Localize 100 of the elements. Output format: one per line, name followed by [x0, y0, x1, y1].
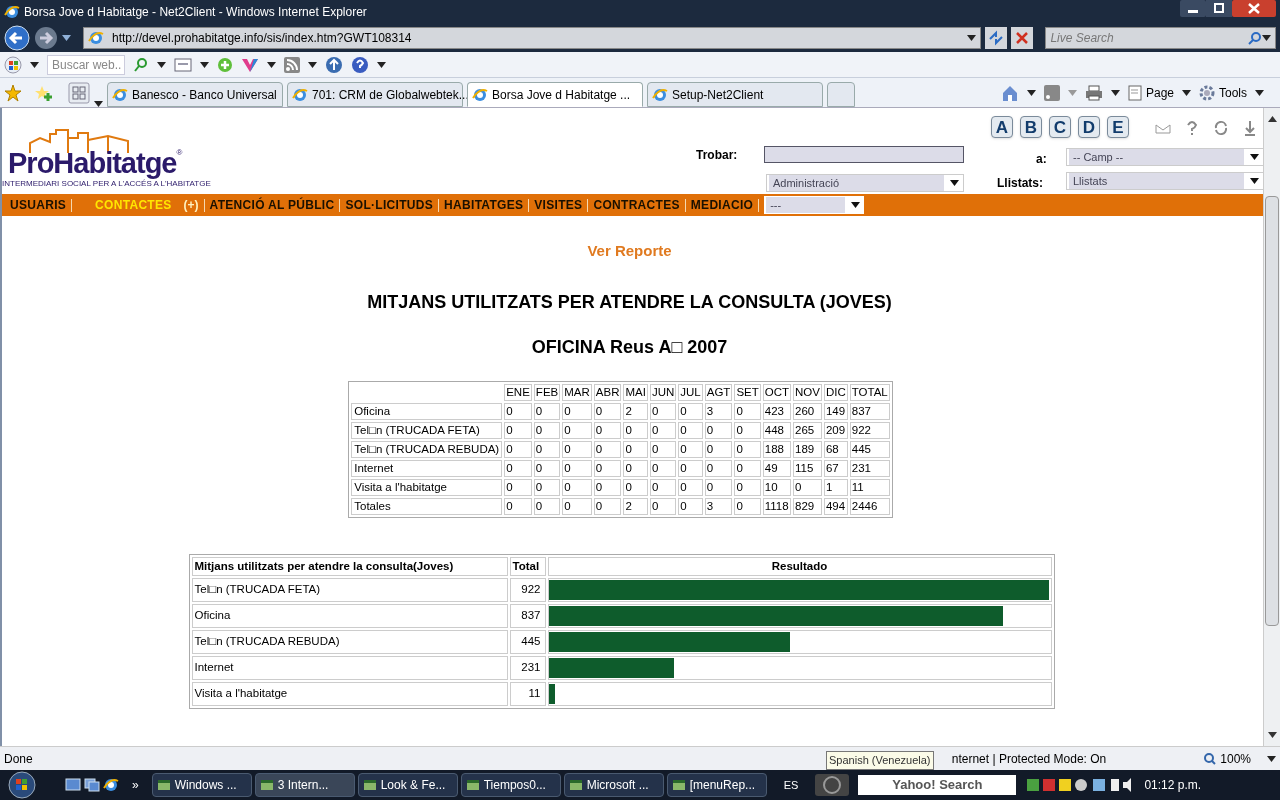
table-cell: 0	[533, 440, 561, 458]
minimize-icon[interactable]	[1180, 0, 1206, 17]
caret-icon[interactable]	[1250, 178, 1259, 184]
search-icon[interactable]	[133, 56, 149, 73]
caret-icon[interactable]	[200, 61, 209, 68]
restore-icon[interactable]	[1206, 0, 1232, 17]
caret-icon[interactable]	[1182, 89, 1191, 96]
lists-select[interactable]: Llistats	[1066, 172, 1264, 190]
caret-icon[interactable]	[851, 202, 861, 208]
scroll-up-icon[interactable]	[1267, 116, 1277, 122]
search-field[interactable]: Buscar web..	[47, 54, 125, 75]
letter-button[interactable]: B	[1020, 116, 1042, 138]
menu-item[interactable]: SOL·LICITUDS	[345, 196, 434, 214]
help-icon[interactable]	[351, 55, 369, 74]
clock: 01:12 p.m.	[1144, 777, 1202, 794]
caret-icon[interactable]	[157, 61, 166, 68]
caret-icon[interactable]	[1110, 89, 1120, 96]
scrollbar[interactable]	[1263, 108, 1280, 746]
caret-icon[interactable]	[950, 180, 959, 186]
menu-item[interactable]: HABITATGES	[444, 196, 524, 214]
scroll-down-icon[interactable]	[1267, 732, 1277, 738]
menu-item[interactable]: VISITES	[534, 196, 583, 214]
menu-item[interactable]: MEDIACIO	[690, 196, 754, 214]
table-cell: Tel□n (TRUCADA REBUDA)	[351, 440, 503, 458]
search-icon[interactable]	[1248, 31, 1262, 45]
table-cell: 837	[849, 402, 890, 420]
scroll-thumb[interactable]	[1265, 196, 1279, 626]
favorites-star-icon[interactable]	[4, 83, 22, 102]
colorful-v-icon[interactable]	[241, 56, 259, 73]
table-cell: 0	[562, 402, 592, 420]
table-cell: Tel□n (TRUCADA REBUDA)	[191, 629, 508, 654]
table-cell: 0	[504, 440, 532, 458]
refresh-icon[interactable]	[985, 27, 1008, 49]
help-icon[interactable]	[1185, 120, 1199, 136]
taskbar-button[interactable]: Microsoft ...	[563, 773, 664, 797]
hp-icon[interactable]	[815, 774, 850, 796]
taskbar-button[interactable]: Look & Fe...	[357, 773, 458, 797]
column-header: Resultado	[547, 556, 1052, 576]
tab-list-caret-icon[interactable]	[94, 101, 103, 107]
form-icon[interactable]	[174, 57, 192, 72]
caret-icon[interactable]	[267, 61, 276, 68]
home-icon[interactable]	[1000, 83, 1019, 102]
find-field[interactable]	[764, 146, 964, 163]
print-icon[interactable]	[1084, 84, 1103, 101]
page-menu[interactable]: Page	[1127, 83, 1174, 102]
area-select[interactable]: Administració	[766, 174, 964, 192]
browser-tab[interactable]: Banesco - Banco Universal	[107, 82, 283, 107]
ie-icon	[652, 86, 668, 103]
tray-icons-drawing[interactable]	[1025, 776, 1134, 794]
history-caret-icon[interactable]	[62, 35, 71, 41]
menu-select[interactable]: ---	[764, 196, 865, 214]
caret-icon[interactable]	[308, 61, 317, 68]
tools-menu[interactable]: Tools	[1199, 83, 1247, 102]
column-header: MAR	[562, 383, 592, 401]
back-icon[interactable]	[4, 25, 30, 51]
ie-icon	[88, 30, 104, 46]
more-chevron[interactable]: »	[132, 776, 139, 794]
zoom-control[interactable]: 100%	[1204, 749, 1251, 768]
address-bar[interactable]: http://devel.prohabitatge.info/sis/index.htm?GWT108314	[83, 27, 982, 49]
table-cell: 0	[533, 497, 561, 515]
table-cell: 0	[593, 402, 622, 420]
address-caret-icon[interactable]	[967, 35, 977, 41]
upload-icon[interactable]	[325, 55, 343, 74]
menu-item[interactable]: USUARIS	[10, 196, 67, 214]
caret-icon[interactable]	[377, 61, 386, 68]
caret-icon[interactable]	[1026, 89, 1036, 96]
caret-icon[interactable]	[1267, 755, 1276, 762]
letter-button[interactable]: E	[1107, 116, 1129, 138]
forward-icon[interactable]	[34, 26, 58, 50]
taskbar-button[interactable]: 3 Intern...	[254, 773, 355, 797]
table-cell: 2	[623, 402, 648, 420]
taskbar-button[interactable]: Windows ...	[151, 773, 252, 797]
taskbar-button[interactable]: Tiempos0...	[460, 773, 561, 797]
close-icon[interactable]	[1232, 0, 1276, 17]
taskbar-button[interactable]: [menuRep...	[666, 773, 767, 797]
windows-logo-icon[interactable]	[4, 55, 22, 74]
desktop-icon[interactable]	[65, 778, 81, 792]
letter-button[interactable]: A	[991, 116, 1013, 138]
search-field[interactable]: Yahoo! Search	[858, 775, 1017, 795]
stop-icon[interactable]	[1011, 27, 1034, 49]
field-select[interactable]: -- Camp --	[1066, 148, 1264, 166]
table-cell: Tel□n (TRUCADA FETA)	[191, 577, 508, 602]
letter-button[interactable]: D	[1078, 116, 1100, 138]
switch-windows-icon[interactable]	[84, 778, 100, 792]
menu-item[interactable]: ATENCIÓ AL PÚBLIC	[209, 196, 335, 214]
search-caret-icon[interactable]	[1262, 35, 1271, 41]
caret-icon[interactable]	[30, 61, 39, 68]
letter-button[interactable]: C	[1049, 116, 1071, 138]
table-cell: 423	[762, 402, 792, 420]
caret-icon[interactable]	[1250, 154, 1259, 160]
table-cell: 209	[823, 421, 848, 439]
browser-tab[interactable]: Borsa Jove d Habitatge ...	[467, 82, 643, 107]
table-cell: 149	[823, 402, 848, 420]
exit-icon[interactable]	[1243, 120, 1257, 136]
language-indicator[interactable]: ES	[783, 776, 799, 794]
menu-item[interactable]: CONTRACTES	[593, 196, 680, 214]
caret-icon[interactable]	[1255, 89, 1264, 96]
browser-tab[interactable]: Setup-Net2Client	[647, 82, 823, 107]
ie-icon	[112, 86, 128, 103]
table-cell: 0	[678, 440, 703, 458]
